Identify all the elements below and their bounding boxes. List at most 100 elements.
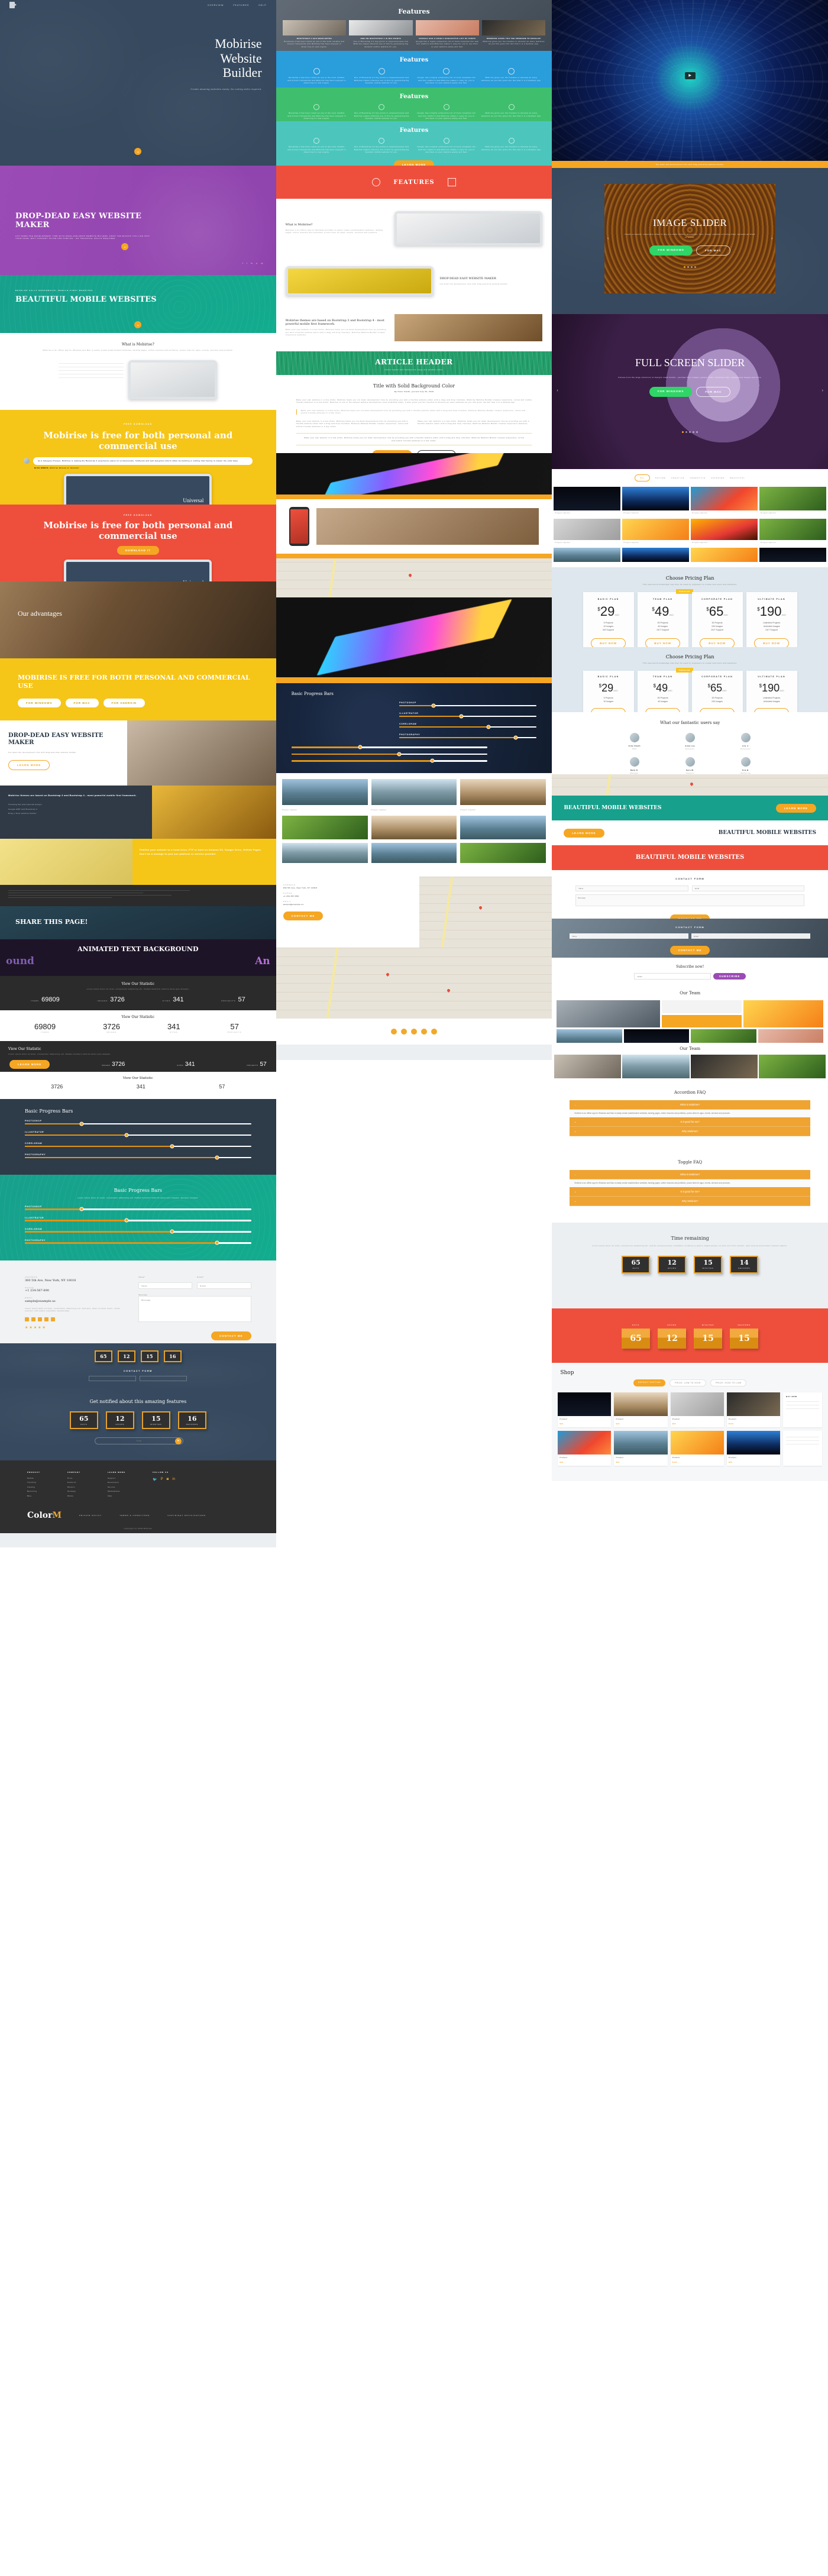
progress-bar[interactable] (399, 735, 537, 740)
gallery-filter[interactable]: FREESTYLE (690, 477, 706, 480)
linkedin-icon[interactable]: in (172, 1478, 175, 1482)
progress-bar[interactable] (399, 714, 537, 719)
instagram-icon[interactable]: ◙ (167, 1478, 169, 1482)
arrow-right-icon[interactable]: › (822, 389, 823, 393)
social-twitter-icon[interactable] (400, 1029, 407, 1035)
social-pinterest-icon[interactable] (44, 1317, 48, 1321)
gallery-image[interactable] (460, 779, 546, 805)
footer-link[interactable]: Developers (108, 1481, 125, 1484)
email-input[interactable] (691, 885, 804, 891)
social-twitter-icon[interactable] (31, 1317, 35, 1321)
social-pinterest-icon[interactable] (421, 1029, 427, 1035)
progress-bar[interactable] (25, 1155, 251, 1160)
footer-link[interactable]: Mission (67, 1486, 80, 1489)
footer-link[interactable]: Strategy (67, 1490, 80, 1493)
footer-link[interactable]: Trending (27, 1481, 40, 1484)
social-instagram-icon[interactable] (410, 1029, 417, 1035)
twitter-icon[interactable]: 🐦 (153, 1478, 157, 1482)
shop-item[interactable]: Product $190 (670, 1431, 724, 1466)
shop-filter-low-high[interactable]: PRICE: LOW TO HIGH (669, 1379, 706, 1386)
nav-item-features[interactable]: FEATURES (233, 4, 249, 7)
shop-item[interactable]: Product $190 (726, 1392, 780, 1427)
progress-bar[interactable] (291, 745, 488, 749)
progress-bar[interactable] (25, 1133, 251, 1137)
progress-bar[interactable] (25, 1144, 251, 1149)
gallery-filter[interactable]: CREATIVE (671, 477, 685, 480)
slider-primary-button[interactable]: FOR WINDOWS (649, 245, 693, 256)
plan-buy-button[interactable]: BUY NOW (591, 707, 626, 712)
faq-question[interactable]: + Is it good for me? (570, 1117, 810, 1127)
gallery-image[interactable] (554, 487, 621, 510)
gallery-image[interactable] (622, 548, 690, 562)
faq-question[interactable]: − What is Mobirise? (570, 1170, 810, 1179)
scroll-down-icon[interactable]: ⌄ (134, 321, 142, 328)
gallery-filter[interactable]: NATURE (655, 477, 666, 480)
gallery-image[interactable] (371, 779, 457, 805)
map-large-block[interactable] (276, 948, 552, 1019)
chevron-down-icon[interactable]: ⌄ (134, 148, 142, 155)
gallery-image[interactable] (282, 779, 368, 805)
shop-filter-high-low[interactable]: PRICE: HIGH TO LOW (710, 1379, 747, 1386)
download-button[interactable]: DOWNLOAD IT (117, 546, 159, 555)
dd2-button[interactable]: LEARN MORE (8, 759, 50, 770)
progress-bar[interactable] (399, 725, 537, 729)
gallery-image[interactable] (460, 842, 546, 863)
contact-submit-button[interactable]: CONTACT ME (669, 946, 710, 955)
progress-bar[interactable] (25, 1218, 251, 1223)
footer-link[interactable]: Price (67, 1477, 80, 1480)
footer-link[interactable]: Blue (27, 1495, 40, 1498)
btn-for-mac[interactable]: FOR MAC (65, 698, 99, 707)
shop-item[interactable]: Product $65 (670, 1392, 724, 1427)
social-linkedin-icon[interactable] (431, 1029, 437, 1035)
map-block[interactable] (419, 877, 552, 948)
footer-link[interactable]: Catalog (27, 1486, 40, 1489)
shop-item[interactable]: Product $49 (614, 1392, 668, 1427)
gallery-image[interactable] (691, 487, 758, 510)
gallery-image[interactable] (759, 487, 826, 510)
contact-submit-button[interactable]: CONTACT ME (211, 1331, 251, 1340)
gallery-filter[interactable]: ANIMATED (711, 477, 724, 480)
progress-bar[interactable] (25, 1207, 251, 1211)
gallery-image[interactable] (691, 548, 758, 562)
footer-link[interactable]: Works (67, 1495, 80, 1498)
banner-button[interactable]: LEARN MORE (775, 803, 816, 813)
social-pinterest-icon[interactable]: p (256, 262, 257, 265)
fs-secondary-button[interactable]: FOR MAC (696, 387, 731, 397)
faq-question[interactable]: + Why Mobirise? (570, 1197, 810, 1207)
progress-bar[interactable] (25, 1121, 251, 1126)
progress-bar[interactable] (25, 1229, 251, 1234)
gallery-image[interactable] (371, 815, 457, 839)
progress-bar[interactable] (291, 758, 488, 763)
features-button[interactable]: LEARN MORE (393, 160, 435, 166)
map-strip-block[interactable] (552, 774, 828, 796)
social-linkedin-icon[interactable]: in (251, 262, 253, 265)
gallery-image[interactable] (622, 487, 690, 510)
footer-legal-link[interactable]: TERMS & CONDITIONS (119, 1514, 150, 1517)
plan-buy-button[interactable]: BUY NOW (700, 707, 735, 712)
scroll-down-icon[interactable]: ⌄ (121, 243, 129, 250)
btn-for-windows[interactable]: FOR WINDOWS (18, 698, 61, 707)
contact-submit-button[interactable]: CONTACT ME (669, 914, 710, 919)
email-input[interactable] (140, 1376, 187, 1381)
name-input[interactable] (138, 1282, 193, 1289)
shop-item[interactable]: Product $29 (558, 1392, 612, 1427)
subscribe-button[interactable]: SUBSCRIBE (713, 973, 746, 980)
social-linkedin-icon[interactable] (51, 1317, 55, 1321)
gallery-image[interactable] (282, 815, 368, 839)
contact-submit-button[interactable]: CONTACT ME (283, 912, 324, 920)
name-input[interactable] (570, 933, 689, 939)
progress-bar[interactable] (25, 1240, 251, 1245)
plan-buy-button[interactable]: BUY NOW (645, 707, 680, 712)
footer-legal-link[interactable]: COPYRIGHT NOTIFICATIONS (167, 1514, 206, 1517)
plan-buy-button[interactable]: BUY NOW (754, 638, 789, 647)
learn-more-button[interactable]: LEARN MORE (9, 1059, 50, 1069)
faq-question[interactable]: + Is it good for me? (570, 1187, 810, 1197)
gallery-filter-all[interactable]: ALL (635, 474, 650, 481)
footer-link[interactable]: FAQ (108, 1495, 125, 1498)
pinterest-icon[interactable]: P (161, 1478, 163, 1482)
plan-buy-button[interactable]: BUY NOW (754, 707, 789, 712)
plan-buy-button[interactable]: BUY NOW (700, 638, 735, 647)
social-instagram-icon[interactable]: ig (261, 262, 263, 265)
arrow-left-icon[interactable]: ‹ (557, 389, 558, 393)
gallery-filter[interactable]: BEAUTIFUL (730, 477, 745, 480)
